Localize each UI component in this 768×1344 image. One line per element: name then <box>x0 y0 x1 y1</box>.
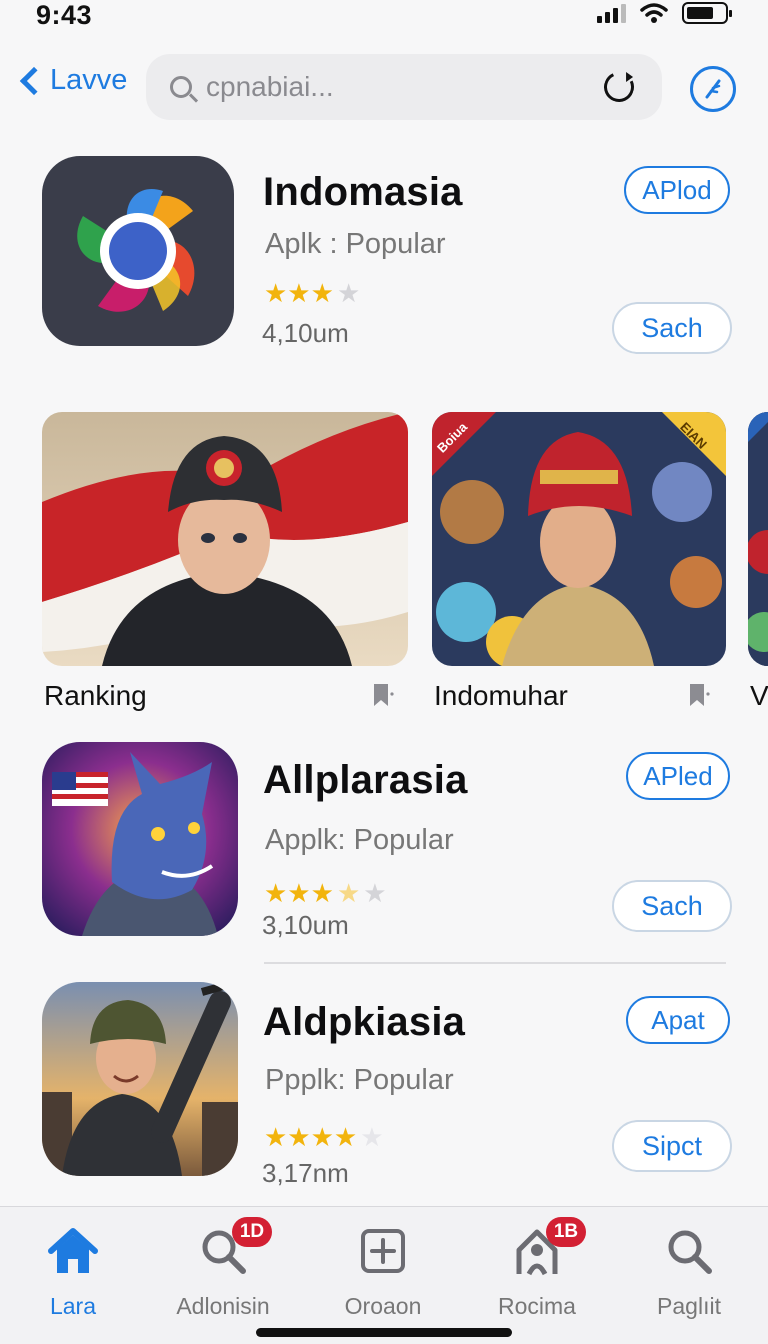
search-input[interactable] <box>206 71 586 103</box>
star-empty-icon: ★ <box>360 1122 384 1152</box>
star-half-icon: ★ <box>336 878 361 908</box>
tab-oroaon[interactable]: Oroaon <box>308 1221 458 1320</box>
app-row-1[interactable]: Indomasia Aplk : Popular ★★★ ★ 4,10um AP… <box>0 156 768 356</box>
app-category: Ppplk: Popular <box>265 1064 454 1096</box>
primary-button[interactable]: Apat <box>626 996 730 1044</box>
rating-stars: ★★★ ★ <box>264 280 360 306</box>
star-filled-icon: ★★★ <box>264 878 334 908</box>
secondary-button[interactable]: Sipct <box>612 1120 732 1172</box>
status-time: 9:43 <box>36 0 93 30</box>
divider <box>264 962 726 964</box>
tab-label: Oroaon <box>344 1293 422 1319</box>
app-row-2[interactable]: Allplarasia Applk: Popular ★★★ ★ ★ 3,10u… <box>0 742 768 942</box>
secondary-button[interactable]: Sach <box>612 302 732 354</box>
app-icon-indomasia[interactable] <box>42 156 234 346</box>
notification-badge: 1D <box>232 1217 272 1247</box>
search-bar[interactable] <box>146 54 662 120</box>
app-icon-allplarasia[interactable] <box>42 742 238 936</box>
status-icons <box>597 2 732 24</box>
search-icon <box>170 76 192 98</box>
primary-button[interactable]: APlod <box>624 166 730 214</box>
feature-image <box>432 412 726 666</box>
app-category: Aplk : Popular <box>265 228 446 260</box>
status-bar: 9:43 <box>0 0 768 36</box>
feature-card-indomuhar[interactable]: Boiua EIAN Indomuhar <box>432 412 726 711</box>
feature-image <box>42 412 408 666</box>
feather-icon <box>705 79 721 99</box>
featured-carousel[interactable]: Ranking Boiua EIAN Indomuhar V <box>0 412 768 722</box>
top-nav: Lavve <box>0 50 768 122</box>
tab-label: Rocima <box>498 1293 576 1319</box>
house-icon <box>0 1221 148 1281</box>
plus-square-icon <box>308 1221 458 1281</box>
tab-label: Adlonisin <box>176 1293 270 1319</box>
app-size: 4,10um <box>262 318 349 348</box>
feature-image <box>748 412 768 666</box>
app-icon-aldpkiasia[interactable] <box>42 982 238 1176</box>
app-row-3[interactable]: Aldpkiasia Ppplk: Popular ★★★★ ★ 3,17nm … <box>0 982 768 1188</box>
feature-card-ranking[interactable]: Ranking <box>42 412 408 711</box>
tab-label: Paglıit <box>657 1293 721 1319</box>
rating-stars: ★★★ ★ ★ <box>264 880 387 906</box>
tab-bar: Lara 1D Adlonisin Oroaon 1B Rocima Paglı… <box>0 1206 768 1344</box>
wifi-icon <box>640 3 668 23</box>
primary-button[interactable]: APled <box>626 752 730 800</box>
tab-rocima[interactable]: 1B Rocima <box>462 1217 612 1320</box>
app-size: 3,10um <box>262 910 349 940</box>
tab-pagliit[interactable]: Paglıit <box>614 1221 764 1320</box>
star-empty-icon: ★ <box>363 878 387 908</box>
person-icon: 1B <box>462 1217 612 1281</box>
search-icon <box>614 1221 764 1281</box>
app-name: Allplarasia <box>263 758 468 802</box>
notification-badge: 1B <box>546 1217 586 1247</box>
feature-caption: Vi <box>750 680 768 711</box>
feature-card-partial[interactable]: Vi <box>748 412 768 711</box>
feature-caption: Ranking <box>44 680 147 711</box>
star-filled-icon: ★★★★ <box>264 1122 358 1152</box>
app-size: 3,17nm <box>262 1158 349 1188</box>
bookmark-icon[interactable] <box>688 682 710 708</box>
tab-lara[interactable]: Lara <box>0 1221 148 1320</box>
signal-icon <box>597 3 626 23</box>
star-filled-icon: ★★★ <box>264 278 334 308</box>
chevron-left-icon <box>19 66 49 95</box>
profile-button[interactable] <box>690 66 736 112</box>
back-button[interactable]: Lavve <box>14 64 127 97</box>
bookmark-icon[interactable] <box>372 682 394 708</box>
app-category: Applk: Popular <box>265 824 454 856</box>
secondary-button[interactable]: Sach <box>612 880 732 932</box>
home-indicator[interactable] <box>256 1328 512 1337</box>
search-icon: 1D <box>148 1217 298 1281</box>
app-name: Indomasia <box>263 170 463 214</box>
rating-stars: ★★★★ ★ <box>264 1124 384 1150</box>
star-empty-icon: ★ <box>336 278 361 308</box>
refresh-icon[interactable] <box>599 67 639 107</box>
back-label: Lavve <box>50 64 128 96</box>
feature-caption: Indomuhar <box>434 680 568 711</box>
tab-label: Lara <box>49 1293 97 1319</box>
battery-icon <box>682 2 732 24</box>
app-name: Aldpkiasia <box>263 1000 466 1044</box>
tab-adlonisin[interactable]: 1D Adlonisin <box>148 1217 298 1320</box>
